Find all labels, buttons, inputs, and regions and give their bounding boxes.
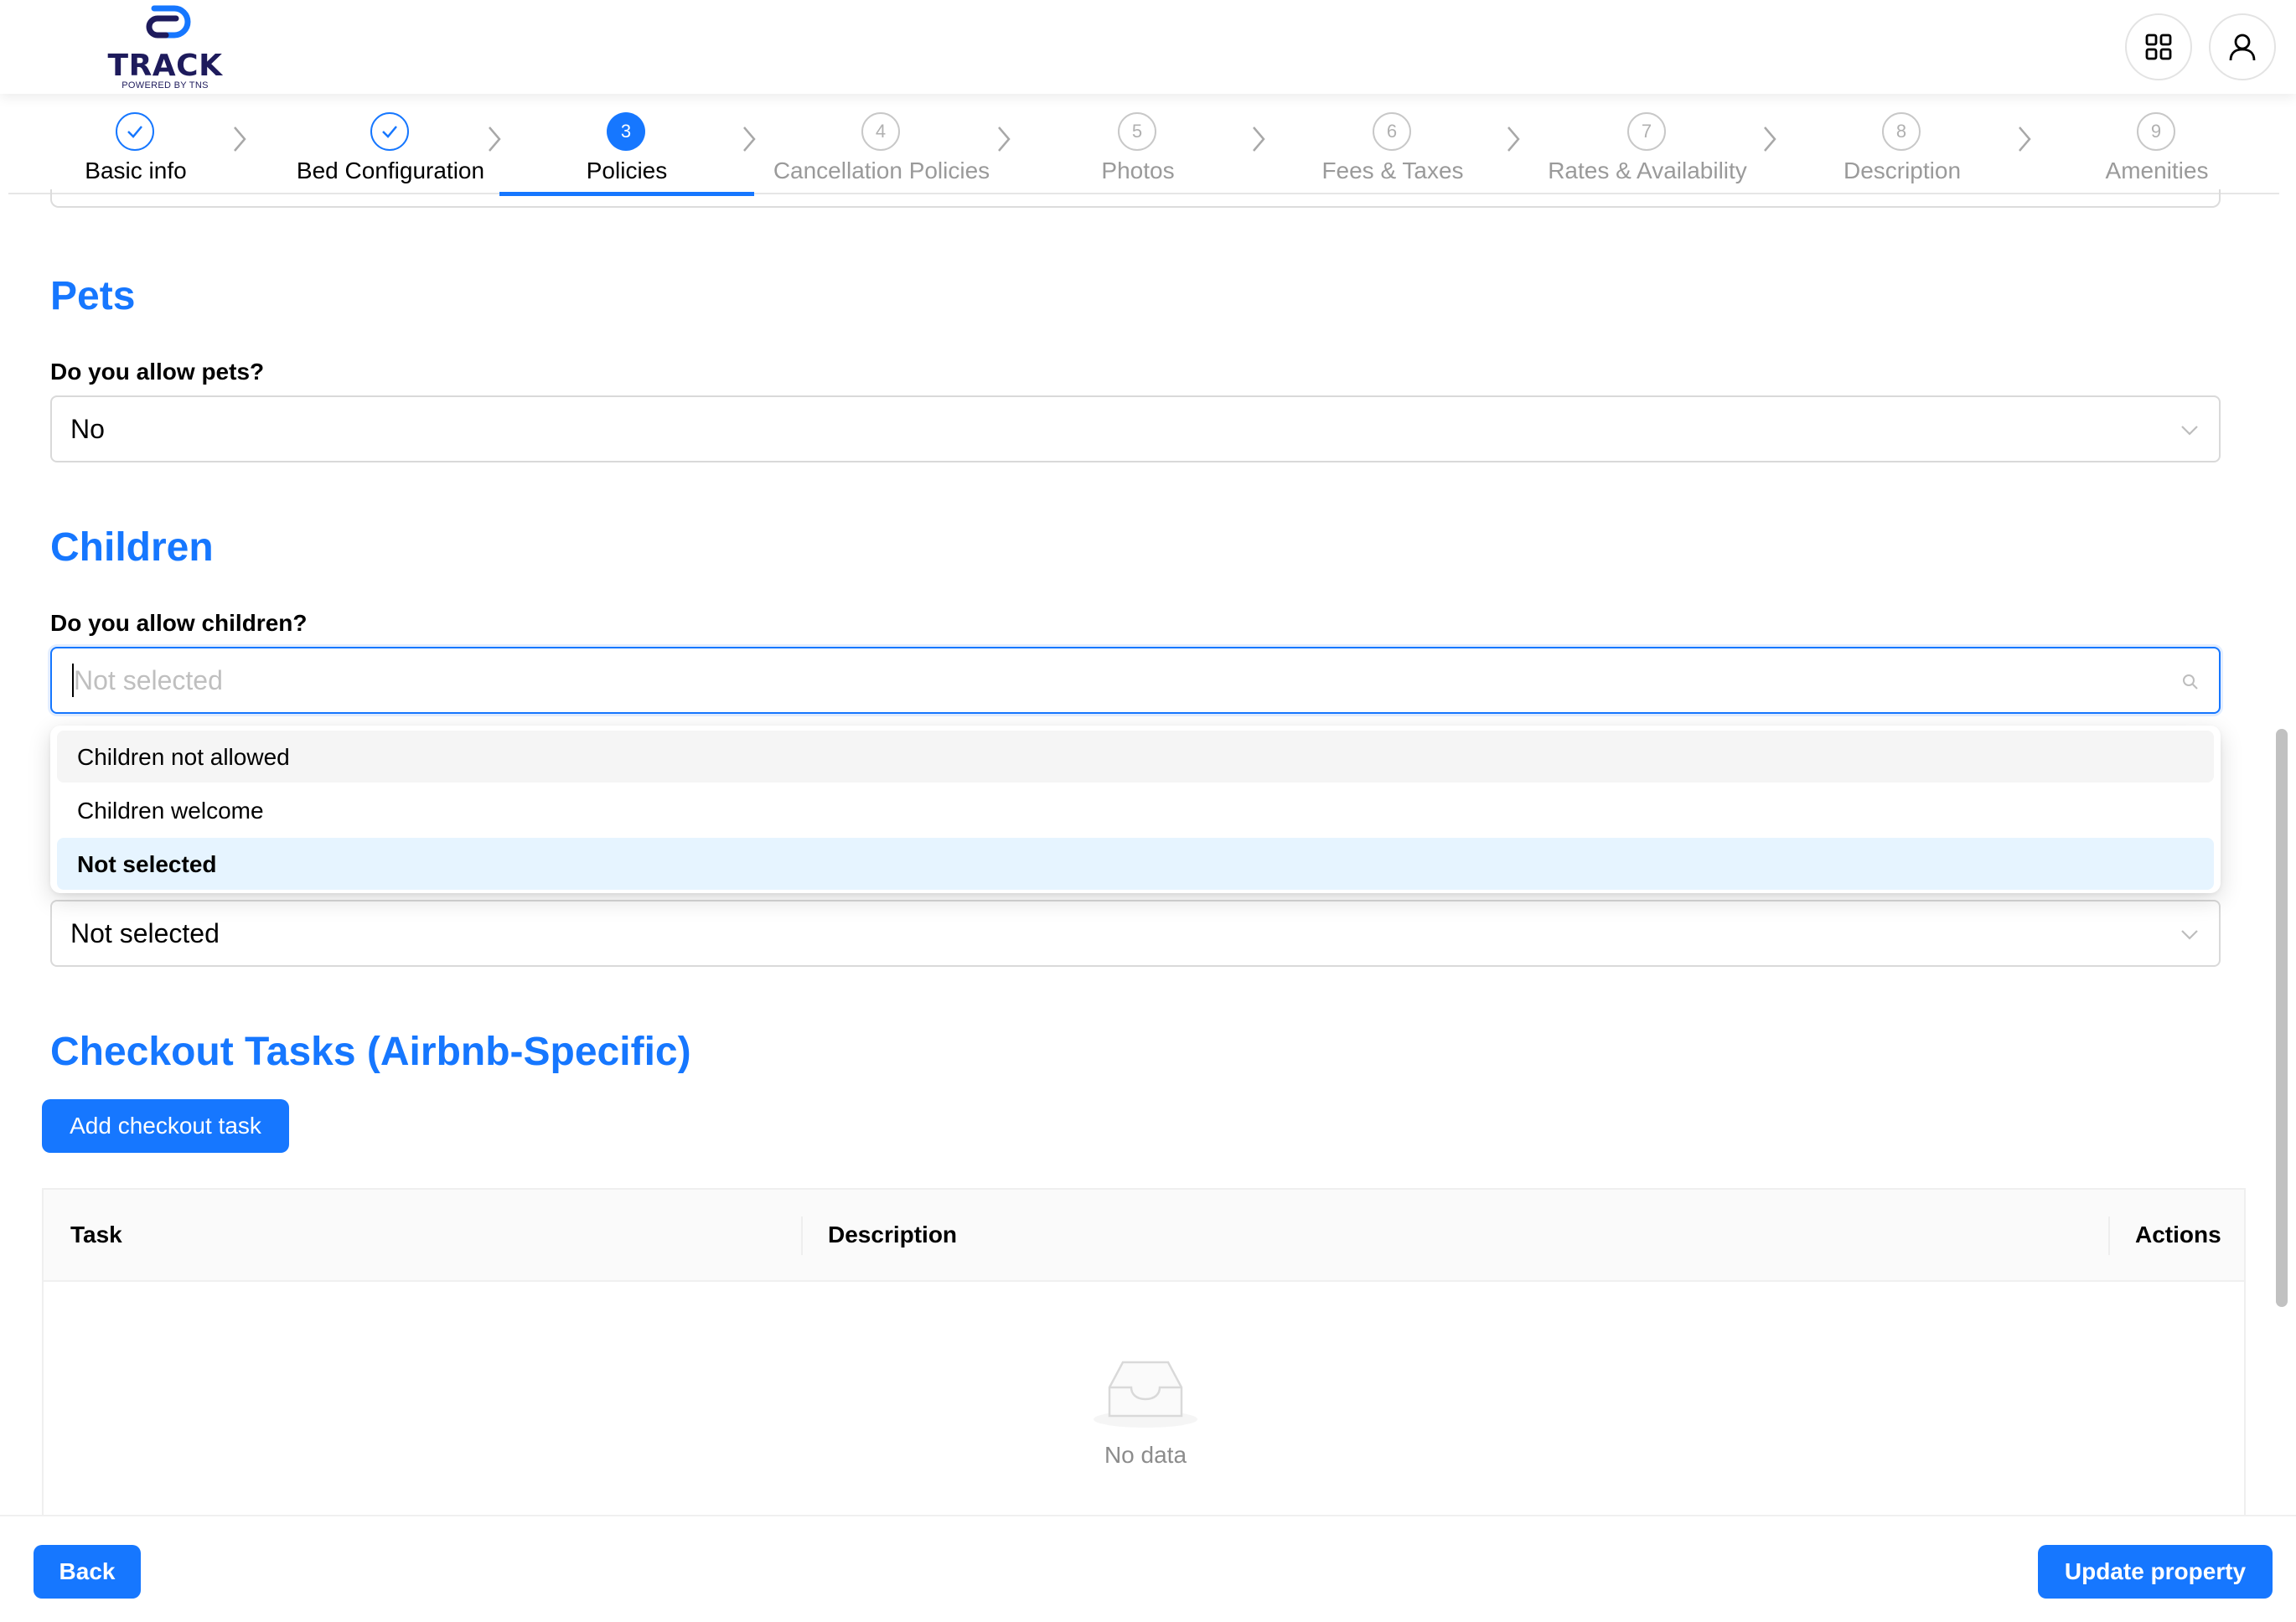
next-select[interactable]: Not selected xyxy=(50,900,2221,967)
step-label: Amenities xyxy=(2105,158,2209,183)
step-number: 6 xyxy=(1373,112,1411,151)
step-rates-availability[interactable]: 7 Rates & Availability xyxy=(1520,107,1775,194)
option-label: Children not allowed xyxy=(77,744,290,770)
add-checkout-task-button[interactable]: Add checkout task xyxy=(42,1099,289,1153)
logo-mark-icon xyxy=(146,5,191,39)
children-search-placeholder[interactable]: Not selected xyxy=(74,665,223,696)
column-header-task: Task xyxy=(70,1222,122,1247)
grid-icon xyxy=(2145,34,2172,60)
step-cancellation-policies[interactable]: 4 Cancellation Policies xyxy=(754,107,1009,194)
step-label: Basic info xyxy=(85,158,187,183)
step-photos[interactable]: 5 Photos xyxy=(1011,107,1265,194)
step-description[interactable]: 8 Description xyxy=(1775,107,2030,194)
step-basic-info[interactable]: Basic info xyxy=(8,107,263,194)
step-label: Description xyxy=(1843,158,1962,183)
chevron-right-icon xyxy=(234,127,246,152)
pets-question-label: Do you allow pets? xyxy=(50,359,265,385)
step-number: 9 xyxy=(2137,112,2175,151)
step-label: Cancellation Policies xyxy=(773,158,990,183)
step-number: 4 xyxy=(861,112,900,151)
step-number: 3 xyxy=(607,112,645,151)
checkout-tasks-table: Task Description Actions No data xyxy=(42,1188,2246,1523)
track-logo[interactable]: TRACK POWERED BY TNS xyxy=(106,2,225,92)
option-label: Not selected xyxy=(77,851,217,877)
step-check-icon xyxy=(116,112,154,151)
option-children-welcome[interactable]: Children welcome xyxy=(57,784,2214,836)
column-divider xyxy=(801,1216,803,1255)
top-bar: TRACK POWERED BY TNS xyxy=(0,0,2296,94)
update-property-button[interactable]: Update property xyxy=(2038,1545,2273,1599)
page-scrollbar[interactable] xyxy=(2276,729,2288,1307)
chevron-down-icon xyxy=(2181,930,2198,940)
logo-tagline: POWERED BY TNS xyxy=(122,80,209,90)
pets-select-value: No xyxy=(70,414,105,444)
column-header-actions: Actions xyxy=(2135,1222,2221,1247)
previous-field-edge xyxy=(50,189,2221,208)
step-number: 5 xyxy=(1118,112,1156,151)
step-check-icon xyxy=(370,112,409,151)
step-label: Rates & Availability xyxy=(1548,158,1747,183)
pets-section-title: Pets xyxy=(50,274,136,318)
next-select-value: Not selected xyxy=(70,918,220,948)
empty-state-text: No data xyxy=(1104,1442,1187,1468)
step-label: Photos xyxy=(1101,158,1175,183)
table-header: Task Description Actions xyxy=(44,1190,2244,1282)
step-label: Policies xyxy=(586,158,668,183)
step-label: Bed Configuration xyxy=(296,158,485,183)
children-question-label: Do you allow children? xyxy=(50,610,308,636)
pets-select[interactable]: No xyxy=(50,395,2221,462)
logo-text: TRACK xyxy=(107,49,223,83)
footer-bar: Back Update property xyxy=(0,1515,2296,1622)
step-label: Fees & Taxes xyxy=(1321,158,1464,183)
chevron-down-icon xyxy=(2181,426,2198,436)
back-button[interactable]: Back xyxy=(34,1545,141,1599)
user-icon xyxy=(2229,34,2256,61)
empty-inbox-icon xyxy=(1094,1361,1197,1428)
option-label: Children welcome xyxy=(77,798,264,824)
step-fees-taxes[interactable]: 6 Fees & Taxes xyxy=(1265,107,1520,194)
step-bed-configuration[interactable]: Bed Configuration xyxy=(263,107,518,194)
user-menu-button[interactable] xyxy=(2209,13,2276,80)
empty-state: No data xyxy=(1049,1357,1242,1469)
step-number: 7 xyxy=(1627,112,1666,151)
progress-stepper: Basic info Bed Configuration 3 Policies … xyxy=(8,107,2279,196)
children-section-title: Children xyxy=(50,525,214,570)
step-number: 8 xyxy=(1882,112,1921,151)
option-children-not-allowed[interactable]: Children not allowed xyxy=(57,731,2214,783)
children-select[interactable]: Not selected xyxy=(50,647,2221,714)
search-icon xyxy=(2183,674,2198,690)
checkout-tasks-title: Checkout Tasks (Airbnb-Specific) xyxy=(50,1030,691,1074)
children-dropdown-menu: Children not allowed Children welcome No… xyxy=(50,726,2221,893)
column-divider xyxy=(2108,1216,2110,1255)
column-header-description: Description xyxy=(828,1222,958,1247)
apps-button[interactable] xyxy=(2125,13,2192,80)
step-policies[interactable]: 3 Policies xyxy=(499,107,754,196)
option-not-selected[interactable]: Not selected xyxy=(57,838,2214,890)
step-amenities[interactable]: 9 Amenities xyxy=(2030,107,2284,194)
